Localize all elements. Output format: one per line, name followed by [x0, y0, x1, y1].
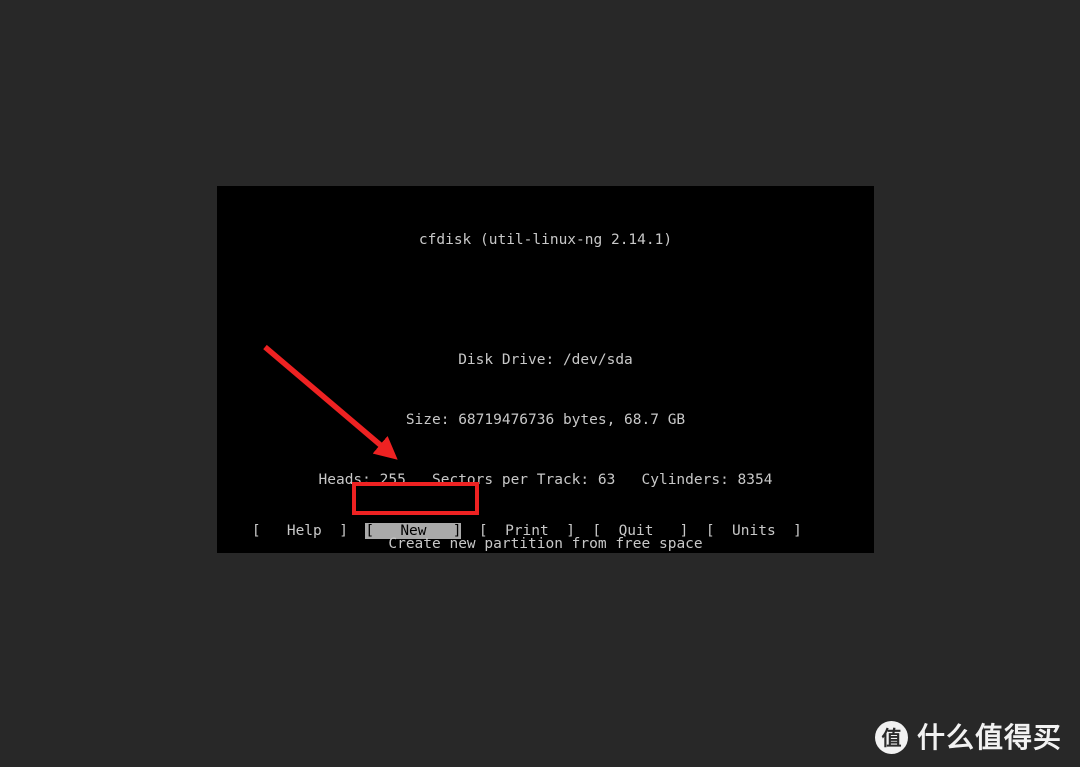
watermark: 值 什么值得买	[874, 720, 1062, 754]
terminal-window: cfdisk (util-linux-ng 2.14.1) Disk Drive…	[217, 186, 874, 553]
disk-geometry-line: Heads: 255 Sectors per Track: 63 Cylinde…	[318, 472, 773, 488]
status-hint: Create new partition from free space	[388, 536, 703, 552]
watermark-text: 什么值得买	[916, 720, 1062, 754]
disk-size-line: Size: 68719476736 bytes, 68.7 GB	[405, 412, 686, 428]
disk-drive-line: Disk Drive: /dev/sda	[458, 352, 633, 368]
smzdm-logo-icon: 值	[874, 721, 908, 754]
cfdisk-title: cfdisk (util-linux-ng 2.14.1)	[418, 232, 673, 248]
